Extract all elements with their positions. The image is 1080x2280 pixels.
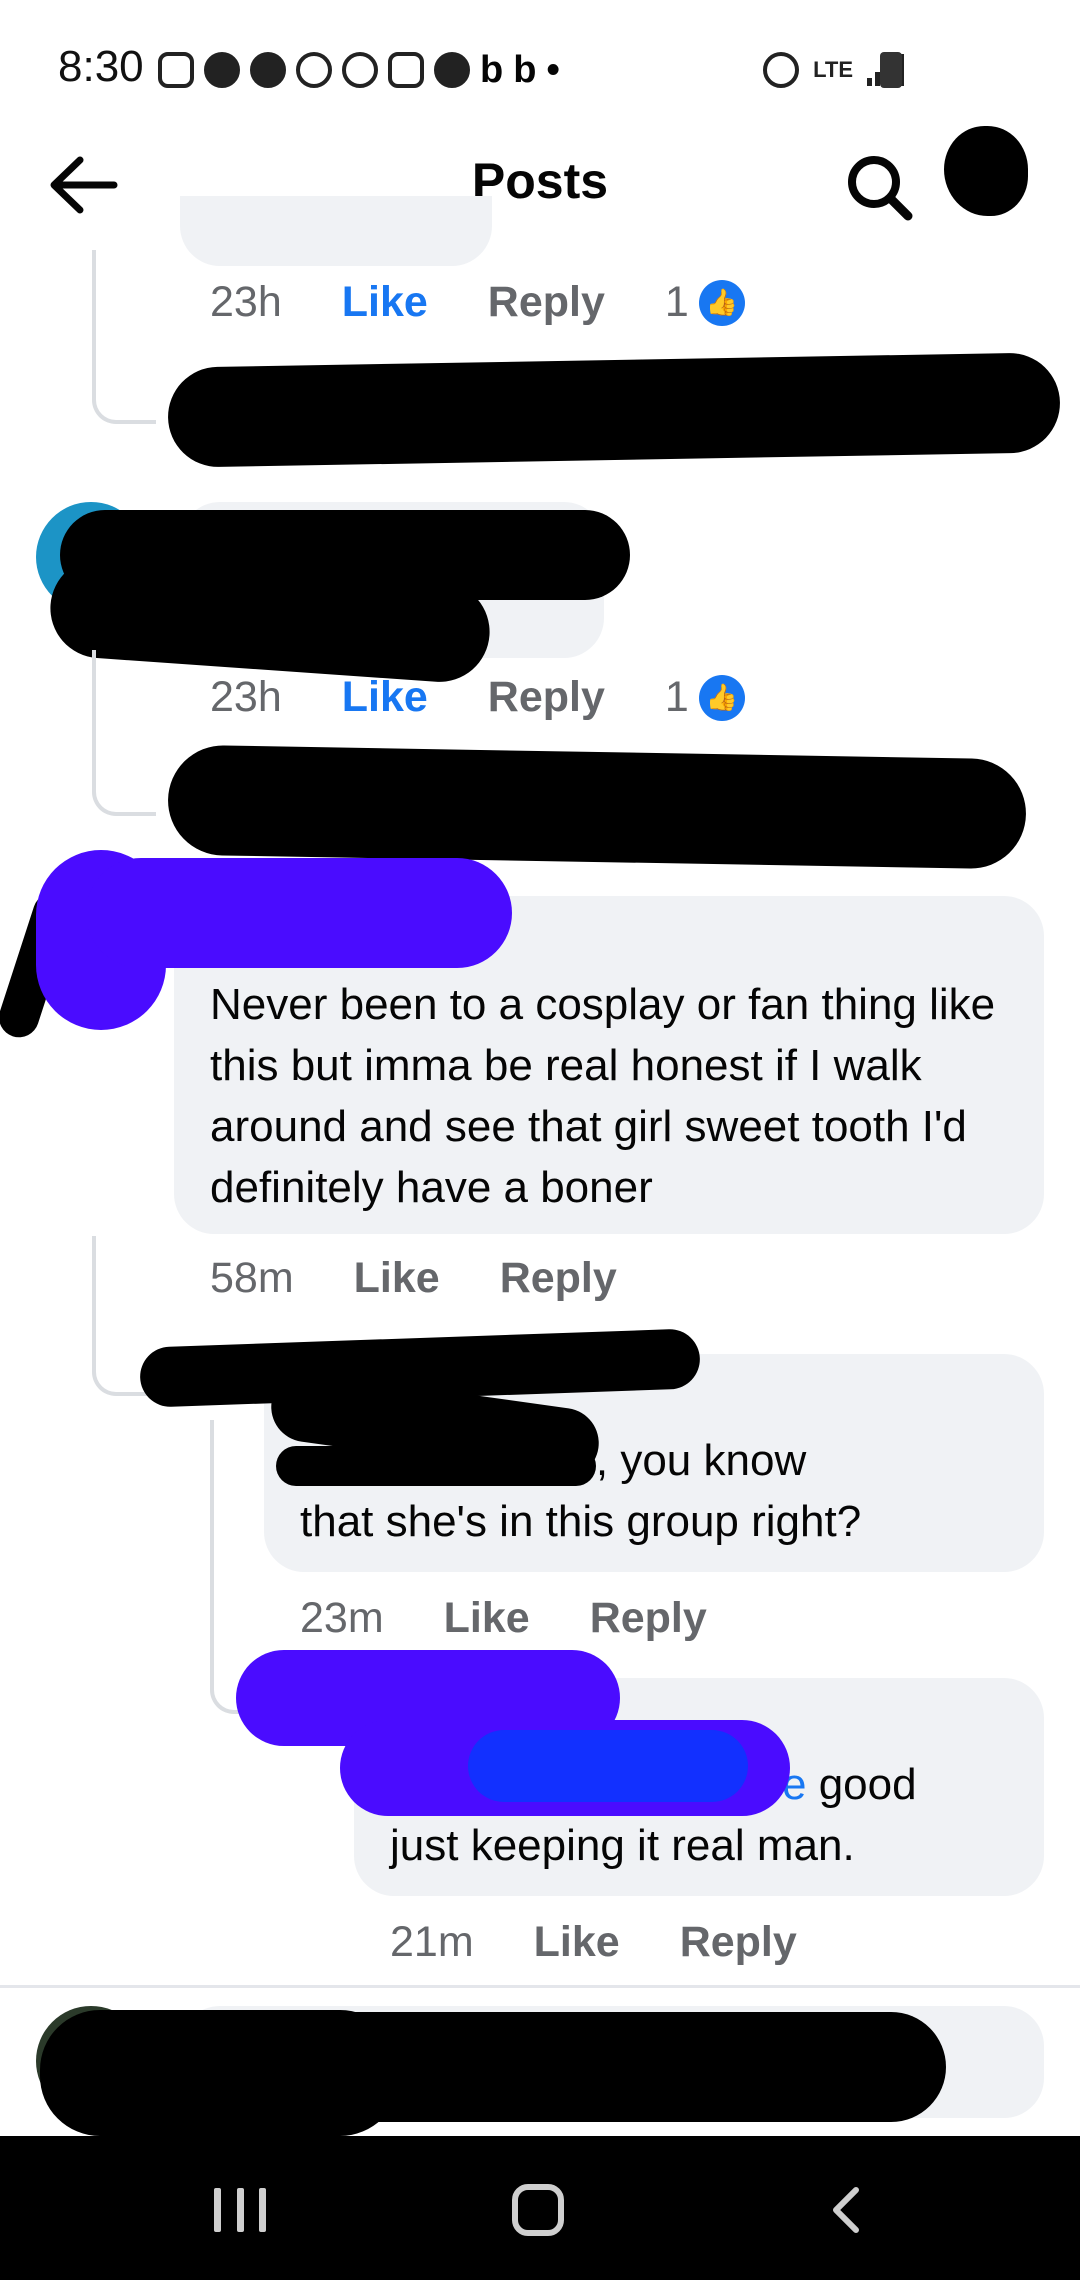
reply-actions: 23m Like Reply <box>300 1594 767 1643</box>
thumbs-up-icon: 👍 <box>698 674 745 721</box>
comment-time: 23h <box>210 278 282 326</box>
app-icon <box>434 52 470 88</box>
comment-actions: 23h Like Reply 1 👍 <box>210 278 745 327</box>
comment-bubble-partial <box>180 196 492 266</box>
mail-icon <box>388 52 424 88</box>
nav-back-icon[interactable] <box>822 2184 874 2236</box>
comment-actions: 23h Like Reply 1 👍 <box>210 673 745 722</box>
like-button[interactable]: Like <box>342 278 428 327</box>
reply-button[interactable]: Reply <box>680 1918 797 1967</box>
reply-actions: 21m Like Reply <box>390 1918 857 1967</box>
home-icon[interactable] <box>512 2184 564 2236</box>
redacted-mark <box>276 1446 596 1486</box>
thread-line <box>92 650 96 730</box>
alarm-icon <box>763 52 800 88</box>
comment-actions: 58m Like Reply <box>210 1254 677 1303</box>
instagram-icon <box>158 52 194 88</box>
comment-text: Never been to a cosplay or fan thing lik… <box>210 980 996 1212</box>
more-dot-icon: • <box>546 49 560 91</box>
reaction-count[interactable]: 1 👍 <box>665 278 745 327</box>
redacted-mark <box>468 1730 748 1802</box>
thread-line <box>92 720 156 816</box>
like-button[interactable]: Like <box>534 1918 620 1967</box>
bing-icon: b <box>480 49 504 91</box>
thumbs-up-icon: 👍 <box>698 279 745 326</box>
redacted-mark <box>86 858 512 968</box>
comment-time: 23h <box>210 673 282 721</box>
bing-icon: b <box>513 49 537 91</box>
redacted-mark <box>167 352 1061 468</box>
search-icon[interactable] <box>840 148 920 228</box>
reply-time: 21m <box>390 1918 474 1966</box>
like-button[interactable]: Like <box>342 673 428 722</box>
redacted-mark <box>167 744 1027 870</box>
link-icon <box>342 52 378 88</box>
messenger-icon <box>250 52 286 88</box>
like-button[interactable]: Like <box>354 1254 440 1303</box>
reply-button[interactable]: Reply <box>500 1254 617 1303</box>
recents-icon[interactable] <box>214 2188 266 2232</box>
battery-icon <box>880 52 902 88</box>
status-time: 8:30 <box>58 42 144 91</box>
network-type: LTE <box>813 57 853 82</box>
reply-button[interactable]: Reply <box>488 673 605 722</box>
reaction-count[interactable]: 1 👍 <box>665 673 745 722</box>
notification-icons: b b • <box>158 48 560 92</box>
thread-line <box>92 250 156 424</box>
profile-avatar[interactable] <box>944 126 1028 216</box>
like-button[interactable]: Like <box>444 1594 530 1643</box>
thread-line <box>210 1420 214 1560</box>
reply-button[interactable]: Reply <box>590 1594 707 1643</box>
voicemail-icon <box>296 52 332 88</box>
redacted-mark <box>290 2012 946 2122</box>
reply-time: 23m <box>300 1594 384 1642</box>
comment-time: 58m <box>210 1254 294 1302</box>
reply-button[interactable]: Reply <box>488 278 605 327</box>
divider <box>0 1985 1080 1988</box>
messenger-icon <box>204 52 240 88</box>
